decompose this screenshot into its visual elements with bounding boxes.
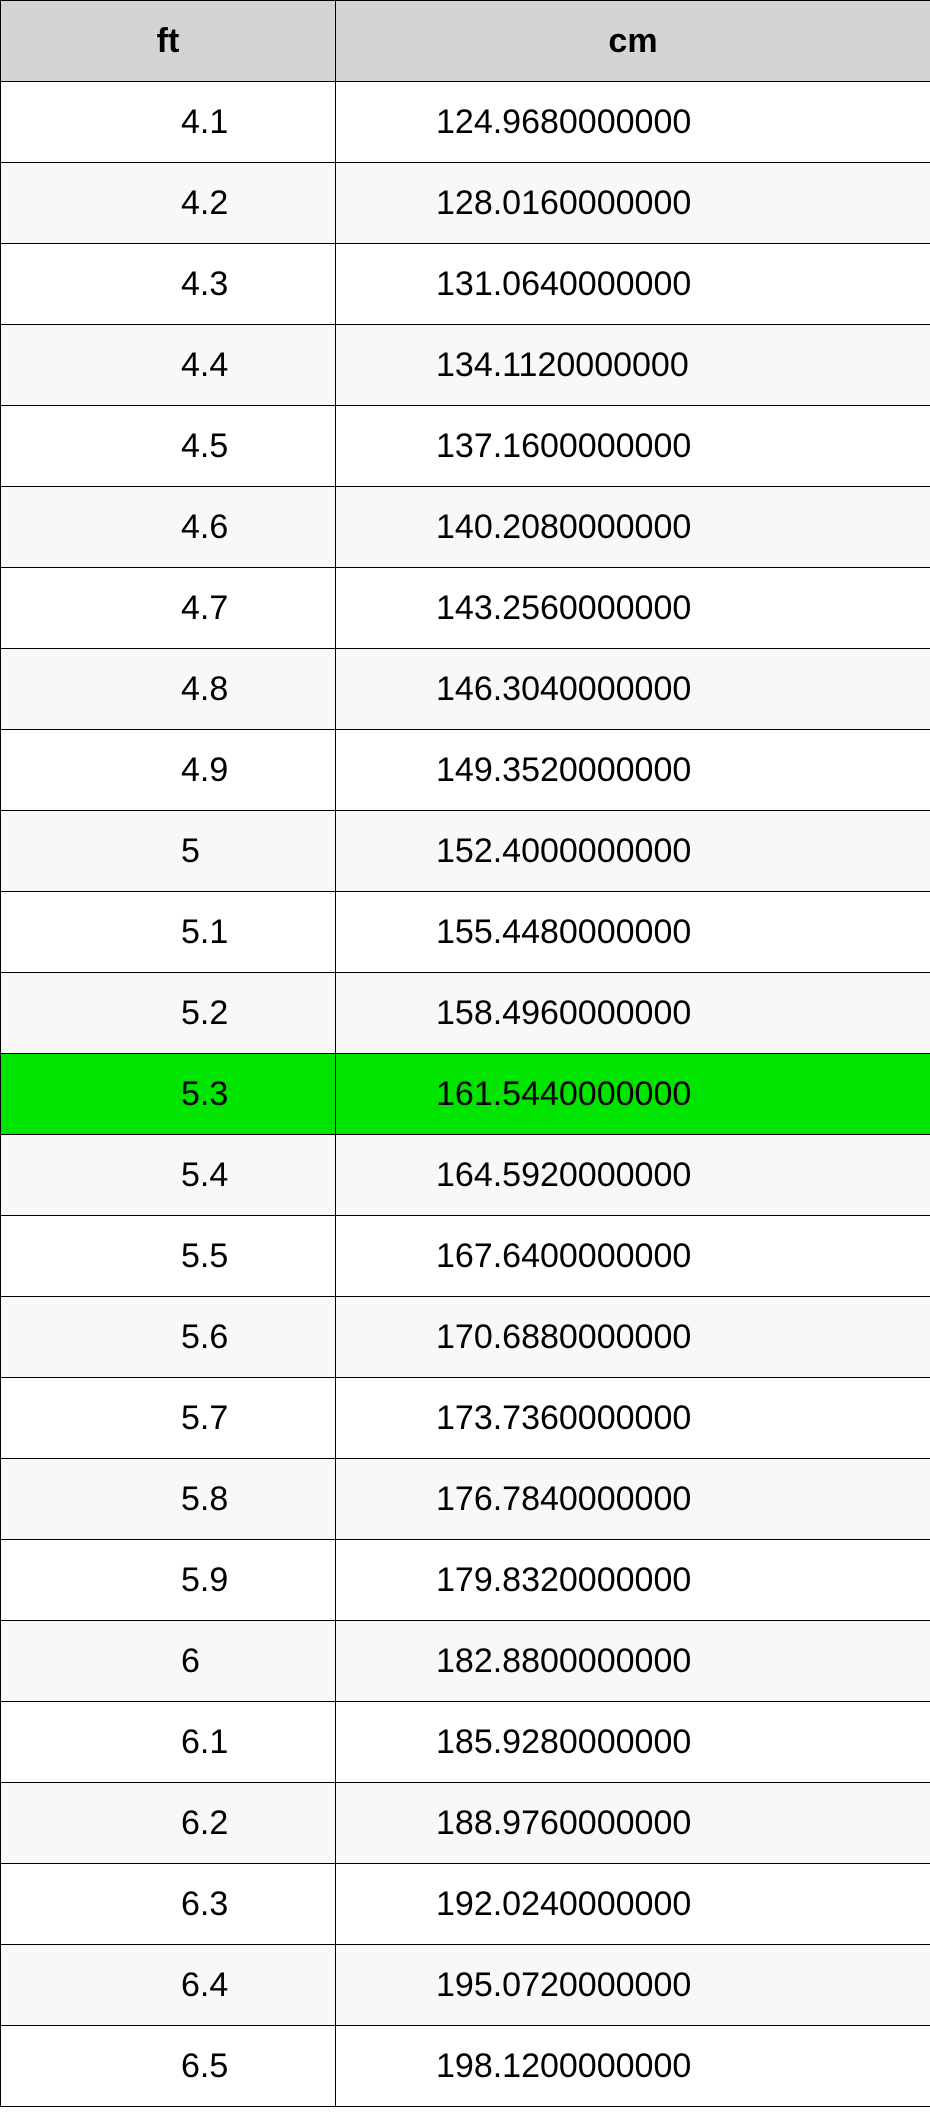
table-row: 6.5198.1200000000 [1,2026,930,2107]
cm-value: 155.4480000000 [336,892,930,973]
table-row: 5.9179.8320000000 [1,1540,930,1621]
table-row: 4.3131.0640000000 [1,244,930,325]
cm-value: 131.0640000000 [336,244,930,325]
ft-value: 5.9 [1,1540,336,1621]
cm-value: 192.0240000000 [336,1864,930,1945]
cm-value: 182.8800000000 [336,1621,930,1702]
ft-value: 5.1 [1,892,336,973]
cm-value: 198.1200000000 [336,2026,930,2107]
cm-value: 179.8320000000 [336,1540,930,1621]
ft-value: 4.2 [1,163,336,244]
ft-value: 5.5 [1,1216,336,1297]
table-row: 5.6170.6880000000 [1,1297,930,1378]
cm-value: 185.9280000000 [336,1702,930,1783]
ft-value: 5.8 [1,1459,336,1540]
ft-value: 5.2 [1,973,336,1054]
ft-value: 4.1 [1,82,336,163]
ft-value: 5 [1,811,336,892]
ft-value: 4.5 [1,406,336,487]
ft-value: 4.3 [1,244,336,325]
table-row: 6.4195.0720000000 [1,1945,930,2026]
ft-value: 6.2 [1,1783,336,1864]
header-ft: ft [1,1,336,82]
ft-value: 4.9 [1,730,336,811]
table-row: 5.3161.5440000000 [1,1054,930,1135]
table-row: 4.4134.1120000000 [1,325,930,406]
ft-value: 4.8 [1,649,336,730]
ft-value: 5.7 [1,1378,336,1459]
cm-value: 161.5440000000 [336,1054,930,1135]
ft-value: 5.6 [1,1297,336,1378]
table-row: 6.3192.0240000000 [1,1864,930,1945]
table-row: 5.1155.4480000000 [1,892,930,973]
ft-value: 5.4 [1,1135,336,1216]
cm-value: 170.6880000000 [336,1297,930,1378]
table-row: 4.8146.3040000000 [1,649,930,730]
cm-value: 195.0720000000 [336,1945,930,2026]
ft-value: 6.1 [1,1702,336,1783]
table-row: 4.6140.2080000000 [1,487,930,568]
ft-value: 6.3 [1,1864,336,1945]
ft-value: 4.7 [1,568,336,649]
cm-value: 152.4000000000 [336,811,930,892]
table-row: 4.9149.3520000000 [1,730,930,811]
table-row: 4.2128.0160000000 [1,163,930,244]
table-row: 4.1124.9680000000 [1,82,930,163]
table-row: 5.5167.6400000000 [1,1216,930,1297]
table-row: 5.4164.5920000000 [1,1135,930,1216]
cm-value: 176.7840000000 [336,1459,930,1540]
ft-value: 6.4 [1,1945,336,2026]
cm-value: 164.5920000000 [336,1135,930,1216]
cm-value: 137.1600000000 [336,406,930,487]
conversion-table: ft cm 4.1124.96800000004.2128.0160000000… [0,0,930,2107]
cm-value: 143.2560000000 [336,568,930,649]
cm-value: 158.4960000000 [336,973,930,1054]
cm-value: 146.3040000000 [336,649,930,730]
table-row: 5152.4000000000 [1,811,930,892]
header-cm: cm [336,1,930,82]
cm-value: 128.0160000000 [336,163,930,244]
cm-value: 188.9760000000 [336,1783,930,1864]
table-row: 5.7173.7360000000 [1,1378,930,1459]
cm-value: 149.3520000000 [336,730,930,811]
table-row: 6182.8800000000 [1,1621,930,1702]
cm-value: 134.1120000000 [336,325,930,406]
cm-value: 167.6400000000 [336,1216,930,1297]
table-row: 6.2188.9760000000 [1,1783,930,1864]
table-header-row: ft cm [1,1,930,82]
ft-value: 4.4 [1,325,336,406]
ft-value: 6.5 [1,2026,336,2107]
cm-value: 140.2080000000 [336,487,930,568]
ft-value: 5.3 [1,1054,336,1135]
table-row: 5.2158.4960000000 [1,973,930,1054]
table-row: 5.8176.7840000000 [1,1459,930,1540]
table-row: 6.1185.9280000000 [1,1702,930,1783]
ft-value: 6 [1,1621,336,1702]
ft-value: 4.6 [1,487,336,568]
table-row: 4.5137.1600000000 [1,406,930,487]
cm-value: 173.7360000000 [336,1378,930,1459]
table-row: 4.7143.2560000000 [1,568,930,649]
cm-value: 124.9680000000 [336,82,930,163]
